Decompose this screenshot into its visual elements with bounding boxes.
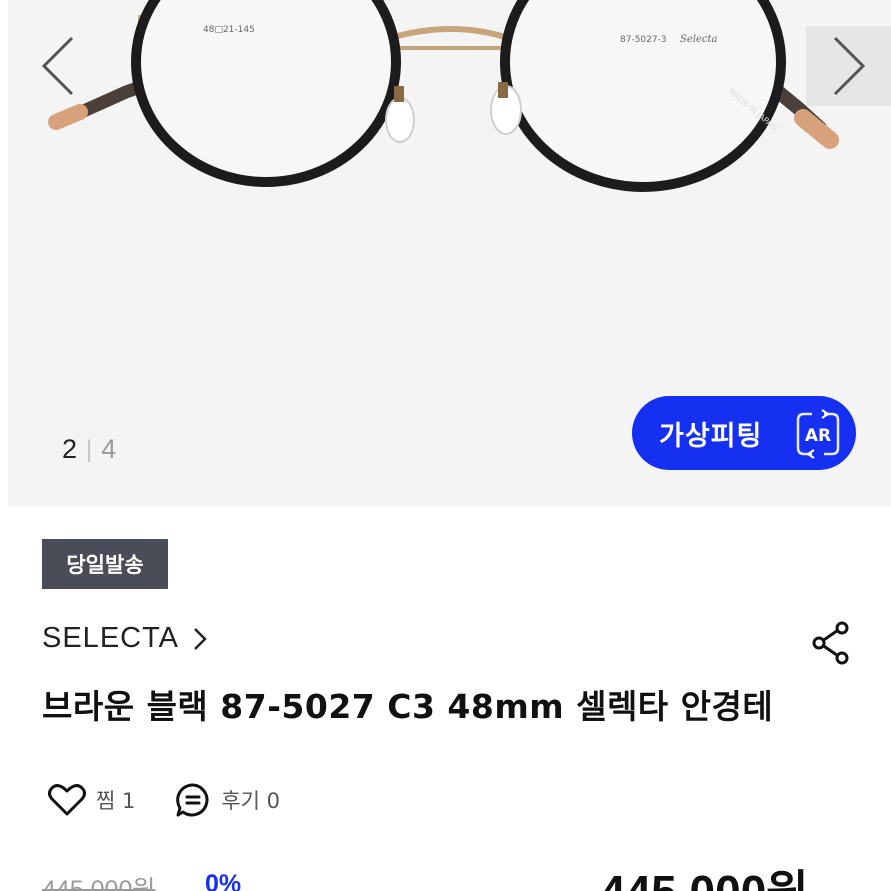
temple-size-text: 48□21-145 xyxy=(203,25,255,35)
virtual-fitting-button[interactable]: 가상피팅 AR xyxy=(632,396,856,470)
product-image-gallery: 48□21-145 87-5027-3 Selecta MADE IN JAPA… xyxy=(8,0,891,506)
chat-bubble-icon xyxy=(176,783,209,817)
wishlist-count: 찜 1 xyxy=(96,789,136,813)
temple-model-text: 87-5027-3 xyxy=(620,35,667,45)
product-actions: 찜 1 후기 0 xyxy=(48,782,320,818)
brand-link[interactable]: SELECTA xyxy=(42,622,207,655)
image-counter-separator: | xyxy=(86,435,93,463)
prev-image-button[interactable] xyxy=(30,28,86,104)
brand-name: SELECTA xyxy=(42,622,180,654)
chevron-left-icon xyxy=(41,36,74,96)
original-price: 445,000원 xyxy=(42,876,156,891)
chevron-right-icon xyxy=(833,36,865,96)
final-price: 445,000원 xyxy=(600,856,809,891)
chevron-right-icon xyxy=(194,627,207,650)
temple-brand-text: Selecta xyxy=(680,34,718,45)
reviews-button[interactable]: 후기 0 xyxy=(175,782,280,818)
heart-icon xyxy=(48,784,86,816)
image-counter: 2 | 4 xyxy=(62,434,116,465)
share-icon[interactable] xyxy=(810,620,852,666)
wishlist-button[interactable]: 찜 1 xyxy=(48,783,135,817)
same-day-shipping-badge: 당일발송 xyxy=(42,539,168,589)
price-row: 445,000원 0% 445,000원 xyxy=(42,852,891,891)
discount-rate: 0% xyxy=(205,870,242,891)
image-counter-current: 2 xyxy=(62,434,78,464)
svg-text:AR: AR xyxy=(805,426,831,446)
product-image-glasses: 48□21-145 87-5027-3 Selecta MADE IN JAPA… xyxy=(48,0,839,192)
product-title: 브라운 블랙 87-5027 C3 48mm 셀렉타 안경테 xyxy=(42,687,774,726)
next-image-button[interactable] xyxy=(806,26,891,106)
ar-icon: AR xyxy=(796,409,840,459)
review-count: 후기 0 xyxy=(221,789,281,813)
virtual-fitting-label: 가상피팅 xyxy=(659,420,763,452)
image-counter-total: 4 xyxy=(101,434,117,464)
